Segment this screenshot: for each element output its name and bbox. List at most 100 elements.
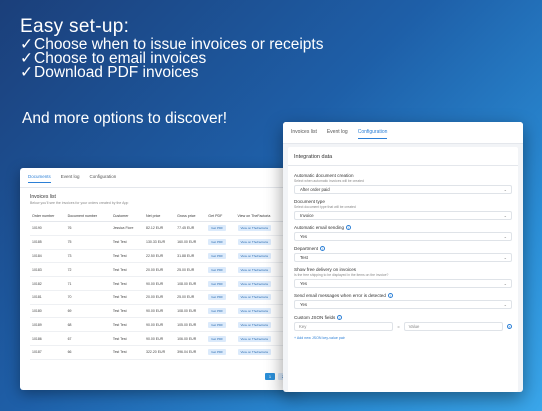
field-select[interactable]: Yes ⌄	[294, 300, 512, 309]
get-pdf-button[interactable]: Get PDF	[208, 266, 226, 273]
integration-panel: Integration data Automatic document crea…	[288, 147, 518, 392]
table-row: 10189 68 Test Test 90.00 EUR 105.00 EUR Get P…	[30, 317, 286, 333]
table-cell: Test Test	[110, 235, 145, 250]
field-select[interactable]: Yes ⌄	[294, 279, 512, 288]
view-on-thefactoria-button[interactable]: View on TheFactoria	[237, 280, 271, 287]
feature-list: ✓Choose when to issue invoices or receip…	[20, 37, 323, 81]
table-cell: 90.00 EUR	[144, 317, 176, 333]
field-select[interactable]: Yes ⌄	[294, 232, 512, 241]
info-icon[interactable]: i	[387, 293, 393, 298]
info-icon[interactable]: i	[346, 225, 352, 230]
get-pdf-button[interactable]: Get PDF	[208, 252, 226, 259]
chevron-down-icon: ⌄	[503, 187, 507, 192]
info-icon[interactable]: i	[320, 246, 326, 251]
invoices-subtitle: Below you'll see the invoices for your o…	[30, 201, 129, 205]
get-pdf-button[interactable]: Get PDF	[208, 321, 226, 328]
table-cell: 105.00 EUR	[175, 317, 207, 333]
json-key-input[interactable]: Key	[294, 322, 394, 331]
view-on-thefactoria-button[interactable]: View on TheFactoria	[237, 335, 271, 342]
table-cell: 10182	[30, 276, 66, 291]
info-icon[interactable]: i	[337, 315, 343, 320]
table-row: 10190 76 Jessica Fiore 82.12 EUR 77.45 EUR Ge…	[30, 221, 286, 236]
tab-event-log[interactable]: Event log	[327, 129, 348, 139]
add-json-pair-link[interactable]: + Add new JSON key-value pair	[294, 336, 512, 340]
table-cell: Test Test	[110, 290, 145, 305]
hero-title: Easy set-up:	[20, 16, 130, 37]
tab-configuration[interactable]: Configuration	[357, 129, 388, 139]
view-on-thefactoria-button[interactable]: View on TheFactoria	[237, 239, 271, 246]
feature-item: ✓Download PDF invoices	[20, 64, 199, 81]
table-cell: 72	[65, 262, 111, 278]
table-row: 10180 69 Test Test 90.00 EUR 108.00 EUR Get P…	[30, 304, 286, 319]
tab-event-log[interactable]: Event log	[61, 174, 80, 183]
field-label: Automatic email sending	[294, 225, 345, 230]
tab-documents[interactable]: Documents	[28, 174, 51, 183]
view-on-thefactoria-button[interactable]: View on TheFactoria	[237, 308, 271, 315]
field-select[interactable]: Test ⌄	[294, 253, 512, 262]
table-row: 10182 71 Test Test 90.00 EUR 108.00 EUR Get P…	[30, 276, 286, 291]
table-cell: 10184	[30, 249, 66, 264]
table-cell: 75	[65, 235, 111, 250]
table-row: 10181 70 Test Test 20.00 EUR 25.00 EUR Get PD…	[30, 290, 286, 305]
table-header-row: Order number Document number Customer Net p…	[30, 211, 286, 222]
table-cell: 10189	[30, 317, 66, 333]
view-on-thefactoria-button[interactable]: View on TheFactoria	[237, 252, 271, 259]
view-on-thefactoria-button[interactable]: View on TheFactoria	[237, 349, 271, 356]
table-row: 10183 72 Test Test 20.00 EUR 25.00 EUR Get PD…	[30, 262, 286, 278]
json-fields-label: Custom JSON fields	[294, 315, 336, 320]
table-cell: Test Test	[110, 262, 145, 278]
table-cell: 396.04 EUR	[175, 345, 207, 360]
config-field: Automatic email sending i Yes ⌄	[288, 225, 518, 241]
get-pdf-button[interactable]: Get PDF	[208, 294, 226, 301]
invoices-table: Order number Document number Customer Net p…	[30, 211, 286, 360]
tab-invoices-list[interactable]: Invoices list	[291, 129, 317, 139]
column-header: Get PDF	[206, 211, 236, 222]
panel-title: Integration data	[288, 147, 518, 166]
table-cell: 20.00 EUR	[144, 290, 176, 305]
table-cell: Test Test	[110, 304, 145, 319]
field-hint: Select when automatic invoices will be c…	[294, 179, 364, 183]
field-select[interactable]: After order paid ⌄	[294, 185, 512, 194]
remove-icon[interactable]: ×	[507, 324, 512, 329]
view-on-thefactoria-button[interactable]: View on TheFactoria	[237, 266, 271, 273]
column-header: Gross price	[175, 211, 207, 222]
table-cell: Test Test	[110, 345, 145, 360]
get-pdf-button[interactable]: Get PDF	[208, 349, 226, 356]
column-header: Order number	[30, 211, 66, 222]
table-cell: 67	[65, 331, 111, 347]
table-cell: 66	[65, 345, 111, 360]
get-pdf-button[interactable]: Get PDF	[208, 308, 226, 315]
table-row: 10187 66 Test Test 322.20 EUR 396.04 EUR Get …	[30, 345, 286, 360]
view-on-thefactoria-button[interactable]: View on TheFactoria	[237, 321, 271, 328]
column-header: View on TheFactoria	[235, 211, 286, 222]
table-cell: 70	[65, 290, 111, 305]
get-pdf-button[interactable]: Get PDF	[208, 280, 226, 287]
table-cell: Test Test	[110, 331, 145, 347]
chevron-down-icon: ⌄	[503, 213, 507, 218]
config-field: Show free delivery on invoices Is the fre…	[288, 267, 518, 288]
json-value-input[interactable]: Value	[403, 322, 503, 331]
get-pdf-button[interactable]: Get PDF	[208, 335, 226, 342]
field-select[interactable]: Invoice ⌄	[294, 211, 512, 220]
get-pdf-button[interactable]: Get PDF	[208, 239, 226, 246]
view-on-thefactoria-button[interactable]: View on TheFactoria	[237, 225, 271, 232]
tab-bar: Invoices list Event log Configuration	[283, 122, 523, 144]
table-cell: 108.00 EUR	[175, 276, 207, 291]
column-header: Net price	[144, 211, 176, 222]
table-cell: 20.00 EUR	[144, 262, 176, 278]
view-on-thefactoria-button[interactable]: View on TheFactoria	[237, 294, 271, 301]
hero: Easy set-up: ✓Choose when to issue invoi…	[20, 16, 323, 127]
page-button[interactable]: 1	[265, 373, 275, 380]
table-cell: 10185	[30, 235, 66, 250]
table-cell: 25.00 EUR	[175, 262, 207, 278]
table-cell: Test Test	[110, 276, 145, 291]
table-cell: Test Test	[110, 317, 145, 333]
check-icon: ✓	[20, 64, 33, 81]
get-pdf-button[interactable]: Get PDF	[208, 225, 226, 232]
field-hint: Is the free shipping to be displayed in …	[294, 273, 389, 277]
table-cell: 69	[65, 304, 111, 319]
tab-configuration[interactable]: Configuration	[90, 174, 117, 183]
table-cell: 77.45 EUR	[175, 221, 207, 236]
config-field: Send email messages when error is detect…	[288, 293, 518, 309]
table-cell: 10190	[30, 221, 66, 236]
